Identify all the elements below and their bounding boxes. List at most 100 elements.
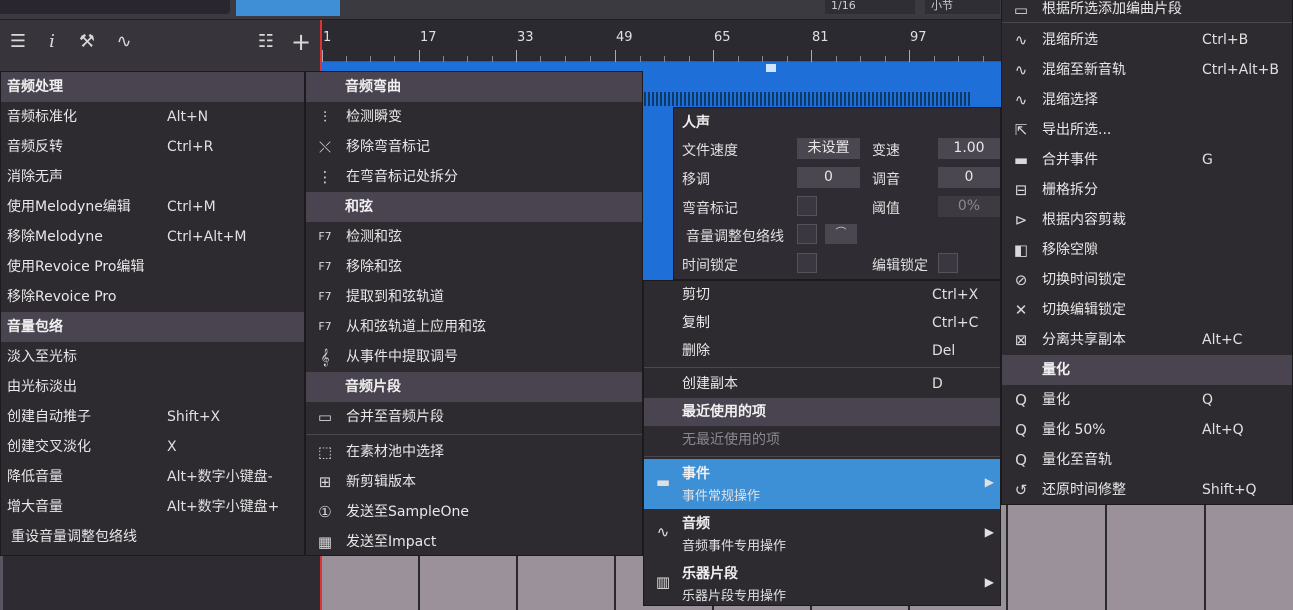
- menu-item-increase-volume[interactable]: 增大音量 Alt+数字小键盘+: [1, 492, 304, 522]
- menu-item-restore-timing[interactable]: ↺ 还原时间修整 Shift+Q: [1002, 475, 1292, 505]
- submenu-instrument-parts[interactable]: ▥ 乐器片段 乐器片段专用操作 ▶: [644, 559, 1000, 609]
- menu-item-remove-melodyne[interactable]: 移除Melodyne Ctrl+Alt+M: [1, 222, 304, 252]
- menu-item-trim-to-content[interactable]: ⊳ 根据内容剪裁: [1002, 205, 1292, 235]
- menu-item-normalize[interactable]: 音频标准化 Alt+N: [1, 102, 304, 132]
- events-icon: ▬: [655, 473, 671, 491]
- threshold-field[interactable]: 0%: [938, 196, 1000, 217]
- menu-item-merge-events[interactable]: ▬ 合并事件 G: [1002, 145, 1292, 175]
- menu-item-extract-to-chord-track[interactable]: F7 提取到和弦轨道: [306, 282, 642, 312]
- split-bend-marker-icon: ⋮: [317, 168, 333, 186]
- menu-item-split-at-bend-markers[interactable]: ⋮ 在弯音标记处拆分: [306, 162, 642, 192]
- menu-item-remove-bend-markers[interactable]: ⤬ 移除弯音标记: [306, 132, 642, 162]
- menu-item-send-to-impact[interactable]: ▦ 发送至Impact: [306, 527, 642, 557]
- wrench-icon[interactable]: ⚒: [75, 30, 99, 54]
- menu-item-label: 混缩至新音轨: [1042, 62, 1126, 78]
- track-list-icon[interactable]: ☷: [254, 30, 278, 54]
- menu-item-label: 删除: [682, 343, 710, 359]
- track-header-toolbar: ☰ i ⚒ ∿ ☷ +: [0, 20, 320, 72]
- menu-item-export-selection[interactable]: ⇱ 导出所选...: [1002, 115, 1292, 145]
- menu-item-label: 根据内容剪裁: [1042, 212, 1126, 228]
- event-context-menu: 剪切 Ctrl+X 复制 Ctrl+C 删除 Del 创建副本 D 最近使用的项 无最近…: [643, 280, 1001, 606]
- menu-item-reset-envelope[interactable]: 重设音量调整包络线: [1, 522, 304, 552]
- submenu-audio[interactable]: ∿ 音频 音频事件专用操作 ▶: [644, 509, 1000, 559]
- events-submenu: ▭ 根据所选添加编曲片段 ∿ 混缩所选 Ctrl+B ∿ 混缩至新音轨 Ctrl+Alt+…: [1001, 0, 1293, 505]
- info-icon[interactable]: i: [40, 30, 64, 54]
- menu-item-add-arranger-section[interactable]: ▭ 根据所选添加编曲片段: [1002, 0, 1292, 20]
- menu-item-fade-out-from-cursor[interactable]: 由光标淡出: [1, 372, 304, 402]
- automation-icon[interactable]: ∿: [112, 30, 136, 54]
- audio-event-body[interactable]: [643, 107, 673, 280]
- menu-item-shortcut: Ctrl+Alt+B: [1202, 62, 1279, 78]
- menu-item-remove-revoice[interactable]: 移除Revoice Pro: [1, 282, 304, 312]
- waveform: [640, 92, 970, 106]
- menu-item-toggle-time-lock[interactable]: ⊘ 切换时间锁定: [1002, 265, 1292, 295]
- menu-item-select-in-pool[interactable]: ⬚ 在素材池中选择: [306, 437, 642, 467]
- menu-item-shortcut: X: [167, 439, 177, 455]
- menu-item-label: 创建副本: [682, 376, 738, 392]
- menu-item-bounce-to-new-track[interactable]: ∿ 混缩至新音轨 Ctrl+Alt+B: [1002, 55, 1292, 85]
- menu-item-delete[interactable]: 删除 Del: [644, 337, 1000, 365]
- event-volume-handle[interactable]: [766, 64, 776, 72]
- list-icon[interactable]: ☰: [6, 30, 30, 54]
- menu-item-label: 量化: [1042, 392, 1070, 408]
- timebase-field[interactable]: 小节: [925, 0, 1000, 14]
- menu-item-merge-to-clip[interactable]: ▭ 合并至音频片段: [306, 402, 642, 432]
- submenu-events[interactable]: ▬ 事件 事件常规操作 ▶: [644, 459, 1000, 509]
- timeline-ruler[interactable]: 1 17 33 49 65 81 97: [320, 20, 1010, 62]
- menu-item-label: 淡入至光标: [7, 349, 77, 365]
- restore-timing-icon: ↺: [1014, 481, 1028, 499]
- bend-markers-checkbox[interactable]: [797, 196, 817, 216]
- menu-item-quantize-to-track[interactable]: Q 量化至音轨: [1002, 445, 1292, 475]
- transpose-label: 移调: [682, 172, 710, 188]
- menu-item-label: 还原时间修整: [1042, 482, 1126, 498]
- transpose-field[interactable]: 0: [797, 167, 860, 188]
- menu-header-quantize: 量化: [1002, 355, 1292, 385]
- speed-field[interactable]: 1.00: [938, 138, 1000, 159]
- file-tempo-field[interactable]: 未设置: [797, 138, 860, 159]
- pool-select-icon: ⬚: [317, 443, 333, 461]
- menu-item-reverse[interactable]: 音频反转 Ctrl+R: [1, 132, 304, 162]
- toolbar-dark-field[interactable]: [0, 0, 230, 14]
- menu-item-label: 降低音量: [7, 469, 63, 485]
- menu-item-edit-revoice[interactable]: 使用Revoice Pro编辑: [1, 252, 304, 282]
- grid-value-field[interactable]: 1/16: [825, 0, 915, 14]
- envelope-reset-icon[interactable]: ⌒: [825, 224, 857, 244]
- envelope-checkbox[interactable]: [797, 224, 817, 244]
- ruler-tick: 33: [517, 30, 534, 45]
- menu-item-quantize-50[interactable]: Q 量化 50% Alt+Q: [1002, 415, 1292, 445]
- menu-item-remove-chords[interactable]: F7 移除和弦: [306, 252, 642, 282]
- menu-item-bounce-selection[interactable]: ∿ 混缩所选 Ctrl+B: [1002, 25, 1292, 55]
- time-lock-checkbox[interactable]: [797, 253, 817, 273]
- menu-item-unlink-shared-copy[interactable]: ⊠ 分离共享副本 Alt+C: [1002, 325, 1292, 355]
- menu-item-shortcut: Ctrl+B: [1202, 32, 1249, 48]
- menu-item-label: 复制: [682, 315, 710, 331]
- menu-item-fade-in-to-cursor[interactable]: 淡入至光标: [1, 342, 304, 372]
- menu-item-send-to-sampleone[interactable]: ① 发送至SampleOne: [306, 497, 642, 527]
- menu-item-decrease-volume[interactable]: 降低音量 Alt+数字小键盘-: [1, 462, 304, 492]
- menu-item-remove-gaps[interactable]: ◧ 移除空隙: [1002, 235, 1292, 265]
- menu-item-toggle-edit-lock[interactable]: ✕ 切换编辑锁定: [1002, 295, 1292, 325]
- menu-item-label: 使用Melodyne编辑: [7, 199, 131, 215]
- menu-item-create-auto-fader[interactable]: 创建自动推子 Shift+X: [1, 402, 304, 432]
- menu-item-quantize[interactable]: Q 量化 Q: [1002, 385, 1292, 415]
- menu-item-cut[interactable]: 剪切 Ctrl+X: [644, 281, 1000, 309]
- menu-item-apply-chords-from-track[interactable]: F7 从和弦轨道上应用和弦: [306, 312, 642, 342]
- menu-item-duplicate[interactable]: 创建副本 D: [644, 370, 1000, 398]
- add-track-icon[interactable]: +: [289, 30, 313, 54]
- menu-item-copy[interactable]: 复制 Ctrl+C: [644, 309, 1000, 337]
- toolbar-active-tool[interactable]: [236, 0, 340, 16]
- chord-detect-icon: F7: [318, 230, 332, 243]
- piano-keys-icon: ▥: [655, 573, 671, 591]
- menu-item-detect-chords[interactable]: F7 检测和弦: [306, 222, 642, 252]
- menu-item-shortcut: Ctrl+C: [932, 315, 979, 331]
- menu-item-extract-key[interactable]: 𝄞 从事件中提取调号: [306, 342, 642, 372]
- menu-item-grid-split[interactable]: ⊟ 栅格拆分: [1002, 175, 1292, 205]
- tune-field[interactable]: 0: [938, 167, 1000, 188]
- menu-item-strip-silence[interactable]: 消除无声: [1, 162, 304, 192]
- menu-item-new-clip-version[interactable]: ⊞ 新剪辑版本: [306, 467, 642, 497]
- menu-item-edit-melodyne[interactable]: 使用Melodyne编辑 Ctrl+M: [1, 192, 304, 222]
- menu-item-detect-transients[interactable]: ⫶ 检测瞬变: [306, 102, 642, 132]
- menu-item-create-crossfade[interactable]: 创建交叉淡化 X: [1, 432, 304, 462]
- menu-item-bounce-select[interactable]: ∿ 混缩选择: [1002, 85, 1292, 115]
- edit-lock-checkbox[interactable]: [938, 253, 958, 273]
